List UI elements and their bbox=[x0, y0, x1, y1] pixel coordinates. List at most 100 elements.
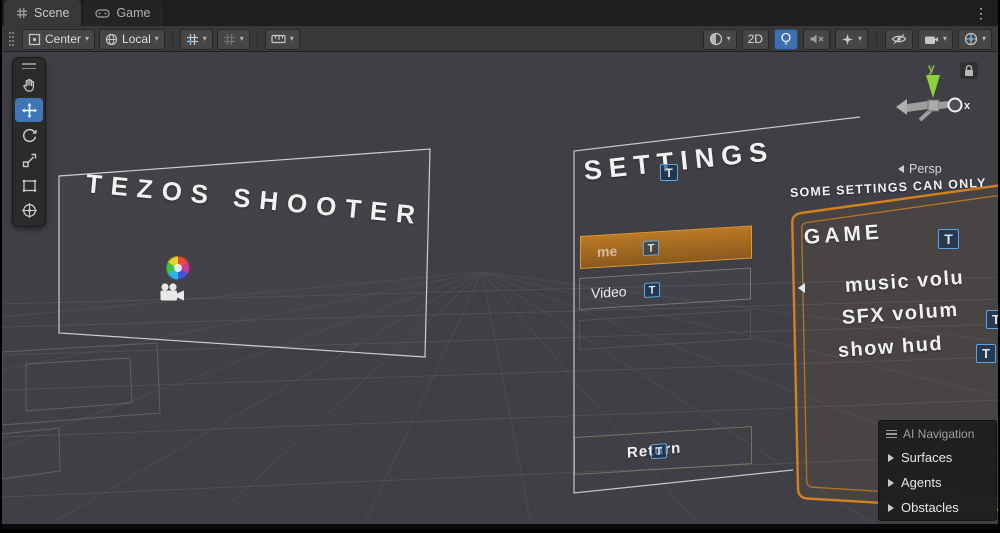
light-bulb-icon bbox=[780, 32, 792, 46]
text-gizmo-icon[interactable]: T bbox=[976, 344, 996, 363]
rect-tool-button[interactable] bbox=[15, 173, 43, 197]
pivot-center-icon bbox=[28, 33, 41, 46]
shaded-sphere-icon bbox=[709, 32, 723, 46]
separator bbox=[172, 31, 173, 47]
ai-navigation-header[interactable]: AI Navigation bbox=[879, 423, 996, 445]
x-axis-ring bbox=[949, 99, 962, 112]
tool-palette bbox=[12, 57, 46, 227]
palette-drag-handle[interactable] bbox=[22, 63, 36, 69]
scene-lighting-toggle[interactable] bbox=[774, 29, 798, 50]
chevron-down-icon: ▾ bbox=[85, 35, 89, 43]
projection-toggle[interactable]: Persp bbox=[898, 162, 942, 176]
gizmo-lock-button[interactable] bbox=[960, 62, 978, 79]
separator bbox=[876, 31, 877, 47]
tool-handle-position-dropdown[interactable]: Center ▾ bbox=[22, 29, 95, 50]
text-gizmo-icon[interactable]: T bbox=[643, 240, 659, 256]
toolbar-drag-handle[interactable] bbox=[9, 32, 15, 47]
snap-increment-dropdown[interactable]: ▾ bbox=[265, 29, 300, 50]
scene-camera-dropdown[interactable]: ▾ bbox=[918, 29, 953, 50]
scene-view-window: Scene Game ⋮ Center ▾ Local ▾ bbox=[2, 0, 998, 529]
snap-grid-icon bbox=[223, 33, 236, 46]
persp-label: Persp bbox=[909, 162, 942, 176]
scene-effects-dropdown[interactable]: ▾ bbox=[835, 29, 868, 50]
settings-video-button-label: Video bbox=[591, 283, 627, 301]
chevron-down-icon: ▾ bbox=[203, 35, 207, 43]
text-gizmo-icon[interactable]: T bbox=[660, 164, 678, 181]
pivot-label: Center bbox=[45, 32, 81, 46]
kebab-menu-icon: ⋮ bbox=[974, 5, 988, 22]
aperture-gizmo-icon[interactable] bbox=[166, 256, 190, 280]
text-gizmo-icon[interactable]: T bbox=[986, 310, 998, 329]
obstacles-label: Obstacles bbox=[901, 500, 959, 515]
chevron-down-icon: ▾ bbox=[858, 35, 862, 43]
space-label: Local bbox=[122, 32, 151, 46]
draw-mode-dropdown[interactable]: ▾ bbox=[703, 29, 737, 50]
window-left-edge bbox=[0, 0, 2, 533]
tab-scene[interactable]: Scene bbox=[4, 0, 81, 26]
chevron-down-icon: ▾ bbox=[290, 35, 294, 43]
y-axis-label: y bbox=[928, 61, 935, 75]
separator bbox=[257, 31, 258, 47]
tab-scene-label: Scene bbox=[34, 6, 69, 20]
eye-icon bbox=[891, 33, 907, 45]
ai-navigation-title: AI Navigation bbox=[903, 427, 974, 441]
text-gizmo-icon[interactable]: T bbox=[644, 282, 660, 298]
snap-increment-icon bbox=[271, 33, 286, 45]
foldout-arrow-icon bbox=[888, 504, 894, 512]
rotate-icon bbox=[21, 127, 38, 144]
text-gizmo-icon[interactable]: T bbox=[938, 229, 959, 249]
tab-bar: Scene Game ⋮ bbox=[2, 0, 998, 26]
move-icon bbox=[21, 102, 38, 119]
grid-visibility-dropdown[interactable]: ▾ bbox=[180, 29, 213, 50]
scene-visibility-toggle[interactable] bbox=[885, 29, 913, 50]
tab-game-label: Game bbox=[116, 6, 150, 20]
toolbar-right-group: ▾ 2D ▾ ▾ bbox=[703, 26, 992, 52]
grid-snap-icon bbox=[186, 33, 199, 46]
transform-tool-button[interactable] bbox=[15, 198, 43, 222]
camera-icon bbox=[924, 34, 939, 45]
hamburger-icon bbox=[886, 430, 897, 438]
y-axis-cone bbox=[926, 75, 940, 98]
chevron-down-icon: ▾ bbox=[727, 35, 731, 43]
gamepad-icon bbox=[95, 8, 110, 19]
gizmo-sphere-icon bbox=[964, 32, 978, 46]
globe-icon bbox=[105, 33, 118, 46]
scene-toolbar: Center ▾ Local ▾ ▾ ▾ ▾ bbox=[2, 26, 998, 52]
2d-label: 2D bbox=[748, 32, 763, 46]
ainav-agents-item[interactable]: Agents bbox=[879, 470, 996, 495]
option-prev-arrow[interactable] bbox=[798, 283, 805, 293]
transform-icon bbox=[21, 202, 38, 219]
scene-viewport[interactable]: TEZOS SHOOTER SETTINGS T SOME SETTINGS C… bbox=[2, 52, 998, 524]
surfaces-label: Surfaces bbox=[901, 450, 952, 465]
drag-dots-icon bbox=[9, 32, 11, 34]
text-gizmo-icon[interactable]: T bbox=[651, 443, 667, 459]
2d-toggle-button[interactable]: 2D bbox=[742, 29, 769, 50]
tab-menu-button[interactable]: ⋮ bbox=[964, 0, 998, 26]
foldout-arrow-icon bbox=[888, 479, 894, 487]
scale-tool-button[interactable] bbox=[15, 148, 43, 172]
camera-gizmo-icon[interactable] bbox=[159, 283, 185, 303]
snap-toggle-dropdown[interactable]: ▾ bbox=[217, 29, 250, 50]
axis-cone-left bbox=[896, 99, 907, 115]
hand-icon bbox=[21, 77, 38, 94]
unity-editor-window: Scene Game ⋮ Center ▾ Local ▾ bbox=[0, 0, 1000, 533]
ainav-obstacles-item[interactable]: Obstacles bbox=[879, 495, 996, 520]
window-bottom-edge bbox=[2, 524, 998, 529]
tab-game[interactable]: Game bbox=[83, 0, 162, 26]
persp-arrow-icon bbox=[898, 165, 904, 173]
hand-tool-button[interactable] bbox=[15, 73, 43, 97]
lock-icon bbox=[963, 64, 975, 77]
chevron-down-icon: ▾ bbox=[240, 35, 244, 43]
grid-icon bbox=[16, 7, 28, 19]
gizmos-dropdown[interactable]: ▾ bbox=[958, 29, 992, 50]
x-axis-label: x bbox=[964, 100, 971, 112]
sparkle-fx-icon bbox=[841, 33, 854, 46]
chevron-down-icon: ▾ bbox=[155, 35, 159, 43]
tool-handle-rotation-dropdown[interactable]: Local ▾ bbox=[99, 29, 165, 50]
scene-audio-toggle[interactable] bbox=[803, 29, 830, 50]
scale-icon bbox=[21, 152, 38, 169]
rotate-tool-button[interactable] bbox=[15, 123, 43, 147]
ainav-surfaces-item[interactable]: Surfaces bbox=[879, 445, 996, 470]
audio-muted-icon bbox=[809, 33, 824, 45]
move-tool-button[interactable] bbox=[15, 98, 43, 122]
